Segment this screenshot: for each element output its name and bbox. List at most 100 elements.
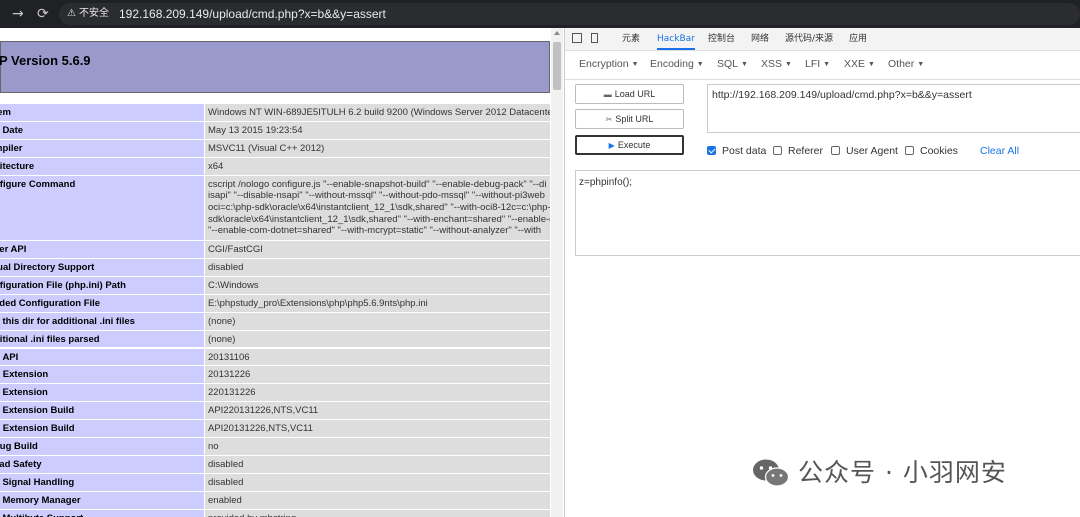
url-value: http://192.168.209.149/upload/cmd.php?x=… <box>712 89 972 101</box>
device-toolbar-icon[interactable] <box>591 33 598 43</box>
browser-toolbar: → ⟳ ⚠ 不安全 192.168.209.149/upload/cmd.php?… <box>0 0 1080 28</box>
page-scrollbar[interactable] <box>551 28 563 517</box>
row-value: API20131226,NTS,VC11 <box>205 420 550 438</box>
row-value: cscript /nologo configure.js "--enable-s… <box>205 175 550 242</box>
tab-elements[interactable]: 元素 <box>622 28 640 50</box>
row-key: ver API <box>0 241 204 259</box>
table-row: n this dir for additional .ini files (non… <box>0 312 550 331</box>
menu-sql[interactable]: SQL ▼ <box>717 58 748 70</box>
watermark-text: 公众号 · 小羽网安 <box>798 458 1007 487</box>
row-key: n this dir for additional .ini files <box>0 312 204 331</box>
row-value: API220131226,NTS,VC11 <box>205 402 550 421</box>
address-bar[interactable]: ⚠ 不安全 192.168.209.149/upload/cmd.php?x=b&… <box>59 3 1080 25</box>
row-key: bug Build <box>0 438 204 456</box>
row-key: hitecture <box>0 157 204 176</box>
row-value: enabled <box>205 491 550 510</box>
watermark: 公众号 · 小羽网安 <box>752 456 1052 490</box>
phpinfo-header: P Version 5.6.9 <box>0 41 550 93</box>
user-agent-checkbox[interactable]: User Agent <box>831 145 898 157</box>
table-row: d Extension220131226 <box>0 384 550 403</box>
post-data-checkbox[interactable]: Post data <box>707 145 766 157</box>
tab-console[interactable]: 控制台 <box>708 28 735 50</box>
row-key: d Extension <box>0 384 204 403</box>
row-key: mpiler <box>0 139 204 158</box>
tab-network[interactable]: 网络 <box>751 28 769 50</box>
caret-down-icon: ▼ <box>785 61 792 68</box>
row-value: E:\phpstudy_pro\Extensions\php\php5.6.9n… <box>205 294 550 313</box>
menu-other[interactable]: Other ▼ <box>888 58 924 70</box>
url-text[interactable]: 192.168.209.149/upload/cmd.php?x=b&&y=as… <box>119 5 386 23</box>
menu-encoding[interactable]: Encoding ▼ <box>650 58 704 70</box>
caret-down-icon: ▼ <box>917 61 925 68</box>
tab-hackbar[interactable]: HackBar <box>657 28 695 50</box>
security-indicator[interactable]: ⚠ 不安全 <box>67 5 109 23</box>
hackbar-menubar: Encryption ▼ Encoding ▼ SQL ▼ XSS ▼ LFI ▼ XXE… <box>565 51 1080 80</box>
row-value: May 13 2015 19:23:54 <box>205 121 550 140</box>
row-key: d Memory Manager <box>0 491 204 510</box>
clear-all-link[interactable]: Clear All <box>980 145 1019 157</box>
execute-button[interactable]: ▶ Execute <box>575 135 684 155</box>
table-row: bug Buildno <box>0 438 550 456</box>
row-key: tem <box>0 104 204 122</box>
menu-xxe[interactable]: XXE ▼ <box>844 58 875 70</box>
row-value: no <box>205 438 550 456</box>
table-row: d Memory Manager enabled <box>0 491 550 510</box>
row-key: P Extension <box>0 366 204 385</box>
row-value: disabled <box>205 259 550 277</box>
table-row: ver APICGI/FastCGI <box>0 241 550 259</box>
menu-xss[interactable]: XSS ▼ <box>761 58 792 70</box>
menu-encryption[interactable]: Encryption ▼ <box>579 58 639 70</box>
row-value: CGI/FastCGI <box>205 241 550 259</box>
table-row: nfigure Command cscript /nologo configure… <box>0 175 550 242</box>
row-key: P Extension Build <box>0 420 204 438</box>
row-key: ditional .ini files parsed <box>0 330 204 349</box>
play-icon: ▶ <box>608 141 615 150</box>
load-url-button[interactable]: ▬ Load URL <box>575 84 684 104</box>
table-row: P Extension Build API20131226,NTS,VC11 <box>0 420 550 438</box>
cookies-checkbox[interactable]: Cookies <box>905 145 958 157</box>
row-key: d Multibyte Support <box>0 509 204 517</box>
devtools-panel: 元素 HackBar 控制台 网络 源代码/来源 应用 Encryption ▼ … <box>564 28 1080 517</box>
checkbox-icon <box>905 146 914 155</box>
row-value: Windows NT WIN-689JE5ITULH 6.2 build 920… <box>205 104 550 122</box>
scroll-thumb[interactable] <box>553 42 561 90</box>
caret-down-icon: ▼ <box>868 61 875 68</box>
split-url-button[interactable]: ✂ Split URL <box>575 109 684 129</box>
tab-sources[interactable]: 源代码/来源 <box>785 28 833 50</box>
table-row: d Signal Handling disabled <box>0 473 550 492</box>
arrow-right-icon[interactable]: → <box>12 5 24 23</box>
row-value: C:\Windows <box>205 276 550 295</box>
inspect-icon[interactable] <box>572 33 582 43</box>
row-key: nfigure Command <box>0 175 204 242</box>
caret-down-icon: ▼ <box>631 61 639 68</box>
table-row: mpilerMSVC11 (Visual C++ 2012) <box>0 139 550 158</box>
load-icon: ▬ <box>603 90 612 99</box>
row-value: provided by mbstring <box>205 509 550 517</box>
post-data-textarea[interactable]: z=phpinfo(); <box>575 170 1080 256</box>
url-textarea[interactable]: http://192.168.209.149/upload/cmd.php?x=… <box>707 84 1080 133</box>
row-value: 20131226 <box>205 366 550 385</box>
table-row: ead Safetydisabled <box>0 455 550 474</box>
caret-down-icon: ▼ <box>741 61 748 68</box>
row-key: nfiguration File (php.ini) Path <box>0 276 204 295</box>
page-content: P Version 5.6.9 temWindows NT WIN-689JE5… <box>0 28 563 517</box>
table-row: d DateMay 13 2015 19:23:54 <box>0 121 550 140</box>
scroll-up-icon[interactable] <box>554 31 560 35</box>
table-row: aded Configuration File E:\phpstudy_pro\E… <box>0 294 550 313</box>
table-row: P Extension20131226 <box>0 366 550 385</box>
row-value: MSVC11 (Visual C++ 2012) <box>205 139 550 158</box>
row-value: (none) <box>205 330 550 349</box>
menu-lfi[interactable]: LFI ▼ <box>805 58 830 70</box>
wechat-icon <box>753 459 790 487</box>
row-value: 20131106 <box>205 348 550 367</box>
table-row: d Extension Build API220131226,NTS,VC11 <box>0 402 550 421</box>
security-label: 不安全 <box>78 8 109 19</box>
row-key: tual Directory Support <box>0 259 204 277</box>
reload-icon[interactable]: ⟳ <box>37 5 49 23</box>
row-value: disabled <box>205 473 550 492</box>
tab-application[interactable]: 应用 <box>849 28 867 50</box>
row-key: d Extension Build <box>0 402 204 421</box>
devtools-tabbar: 元素 HackBar 控制台 网络 源代码/来源 应用 <box>565 28 1080 51</box>
table-row: hitecturex64 <box>0 157 550 176</box>
referer-checkbox[interactable]: Referer <box>773 145 823 157</box>
